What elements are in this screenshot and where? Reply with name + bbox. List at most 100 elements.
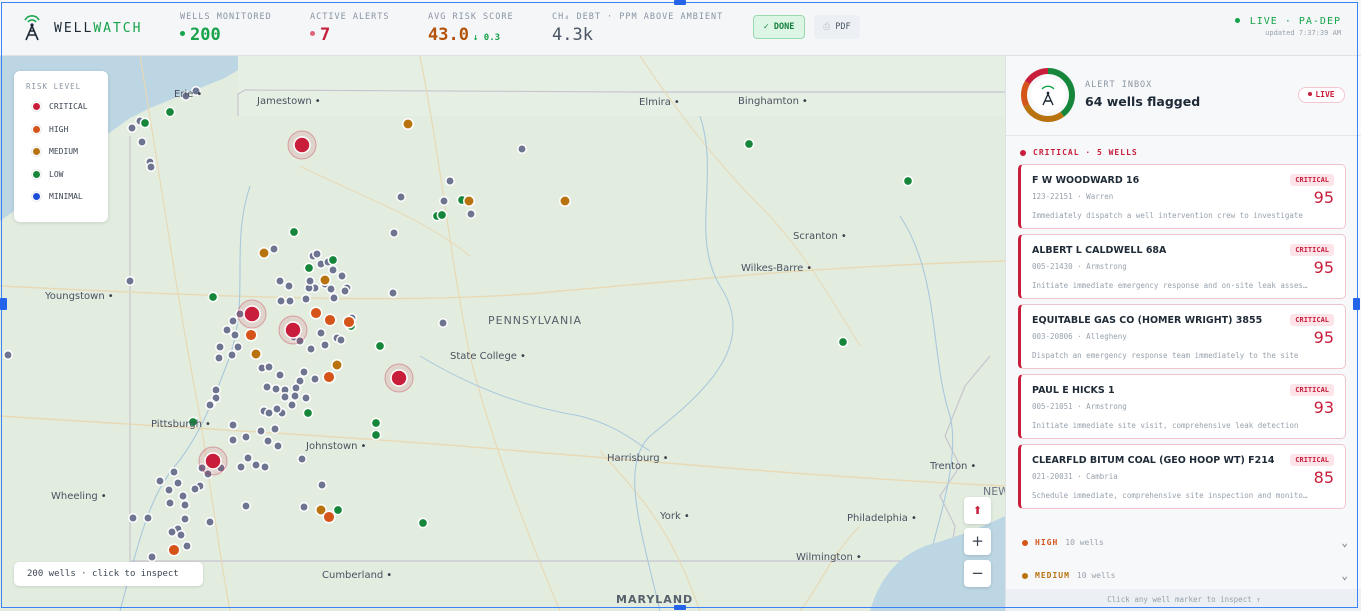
well-marker-critical[interactable] <box>293 136 311 154</box>
well-marker-minimal[interactable] <box>326 284 336 294</box>
well-marker-low[interactable] <box>303 262 315 274</box>
well-marker-minimal[interactable] <box>320 340 330 350</box>
compass-button[interactable]: ⬆ <box>964 497 991 524</box>
well-marker-low[interactable] <box>436 209 448 221</box>
well-marker-minimal[interactable] <box>180 514 190 524</box>
well-marker-high[interactable] <box>342 315 356 329</box>
resize-handle-bottom[interactable] <box>674 605 686 610</box>
well-marker-minimal[interactable] <box>285 296 295 306</box>
well-marker-minimal[interactable] <box>180 500 190 510</box>
well-marker-low[interactable] <box>288 226 300 238</box>
well-marker-minimal[interactable] <box>287 400 297 410</box>
well-marker-minimal[interactable] <box>517 144 527 154</box>
well-marker-minimal[interactable] <box>269 244 279 254</box>
well-marker-minimal[interactable] <box>263 436 273 446</box>
well-marker-minimal[interactable] <box>228 420 238 430</box>
well-marker-minimal[interactable] <box>147 552 157 562</box>
well-marker-minimal[interactable] <box>337 271 347 281</box>
well-marker-low[interactable] <box>370 417 382 429</box>
well-marker-minimal[interactable] <box>173 478 183 488</box>
well-marker-low[interactable] <box>370 429 382 441</box>
legend-item-minimal[interactable]: MINIMAL <box>32 192 83 201</box>
well-marker-critical[interactable] <box>204 452 222 470</box>
well-marker-minimal[interactable] <box>273 441 283 451</box>
well-marker-minimal[interactable] <box>299 367 309 377</box>
well-marker-low[interactable] <box>374 340 386 352</box>
resize-handle-right[interactable] <box>1353 298 1360 310</box>
well-marker-minimal[interactable] <box>169 467 179 477</box>
well-marker-minimal[interactable] <box>211 385 221 395</box>
well-marker-low[interactable] <box>837 336 849 348</box>
done-button[interactable]: ✓ DONE <box>753 15 805 39</box>
well-marker-medium[interactable] <box>559 195 571 207</box>
well-marker-minimal[interactable] <box>190 484 200 494</box>
well-marker-minimal[interactable] <box>262 382 272 392</box>
well-marker-minimal[interactable] <box>306 344 316 354</box>
well-marker-minimal[interactable] <box>230 330 240 340</box>
well-marker-minimal[interactable] <box>227 350 237 360</box>
well-marker-low[interactable] <box>302 407 314 419</box>
well-marker-low[interactable] <box>207 291 219 303</box>
well-marker-minimal[interactable] <box>176 530 186 540</box>
well-marker-minimal[interactable] <box>328 265 338 275</box>
well-marker-medium[interactable] <box>258 247 270 259</box>
group-row-high[interactable]: HIGH 10 wells ⌄ <box>1022 536 1348 549</box>
well-marker-high[interactable] <box>322 510 336 524</box>
well-marker-minimal[interactable] <box>264 362 274 372</box>
well-marker-medium[interactable] <box>402 118 414 130</box>
well-marker-minimal[interactable] <box>270 424 280 434</box>
well-marker-low[interactable] <box>417 517 429 529</box>
well-marker-minimal[interactable] <box>222 325 232 335</box>
well-marker-minimal[interactable] <box>275 370 285 380</box>
well-marker-low[interactable] <box>332 504 344 516</box>
well-marker-minimal[interactable] <box>301 294 311 304</box>
well-marker-minimal[interactable] <box>299 502 309 512</box>
well-marker-minimal[interactable] <box>3 350 13 360</box>
well-marker-medium[interactable] <box>319 274 331 286</box>
legend-item-low[interactable]: LOW <box>32 170 63 179</box>
well-marker-high[interactable] <box>244 328 258 342</box>
well-marker-minimal[interactable] <box>143 513 153 523</box>
well-marker-minimal[interactable] <box>243 453 253 463</box>
well-marker-minimal[interactable] <box>291 383 301 393</box>
well-marker-critical[interactable] <box>243 305 261 323</box>
well-marker-minimal[interactable] <box>438 318 448 328</box>
well-marker-minimal[interactable] <box>297 454 307 464</box>
well-marker-minimal[interactable] <box>284 281 294 291</box>
well-marker-minimal[interactable] <box>241 432 251 442</box>
well-marker-minimal[interactable] <box>305 276 315 286</box>
well-marker-minimal[interactable] <box>310 374 320 384</box>
well-marker-minimal[interactable] <box>272 404 282 414</box>
well-marker-minimal[interactable] <box>256 426 266 436</box>
well-marker-medium[interactable] <box>463 195 475 207</box>
well-marker-minimal[interactable] <box>215 342 225 352</box>
well-marker-minimal[interactable] <box>280 392 290 402</box>
zoom-in-button[interactable]: + <box>964 528 991 555</box>
well-marker-critical[interactable] <box>284 321 302 339</box>
well-marker-minimal[interactable] <box>178 491 188 501</box>
alert-card[interactable]: PAUL E HICKS 1 005-21051 · Armstrong Ini… <box>1018 374 1346 439</box>
group-row-medium[interactable]: MEDIUM 10 wells ⌄ <box>1022 569 1348 582</box>
legend-item-critical[interactable]: CRITICAL <box>32 102 88 111</box>
well-marker-minimal[interactable] <box>388 288 398 298</box>
well-marker-minimal[interactable] <box>205 400 215 410</box>
alert-card[interactable]: F W WOODWARD 16 123-22151 · Warren Immed… <box>1018 164 1346 229</box>
well-marker-minimal[interactable] <box>128 513 138 523</box>
well-marker-minimal[interactable] <box>439 196 449 206</box>
well-marker-critical[interactable] <box>390 369 408 387</box>
well-marker-minimal[interactable] <box>389 228 399 238</box>
well-marker-minimal[interactable] <box>264 408 274 418</box>
well-marker-minimal[interactable] <box>336 335 346 345</box>
well-marker-minimal[interactable] <box>214 353 224 363</box>
well-marker-minimal[interactable] <box>301 393 311 403</box>
well-marker-minimal[interactable] <box>396 192 406 202</box>
legend-item-medium[interactable]: MEDIUM <box>32 147 78 156</box>
well-marker-low[interactable] <box>743 138 755 150</box>
well-marker-minimal[interactable] <box>127 123 137 133</box>
well-marker-minimal[interactable] <box>241 501 251 511</box>
well-marker-minimal[interactable] <box>290 391 300 401</box>
well-marker-low[interactable] <box>327 254 339 266</box>
well-marker-minimal[interactable] <box>205 517 215 527</box>
well-marker-minimal[interactable] <box>271 384 281 394</box>
well-marker-minimal[interactable] <box>228 316 238 326</box>
